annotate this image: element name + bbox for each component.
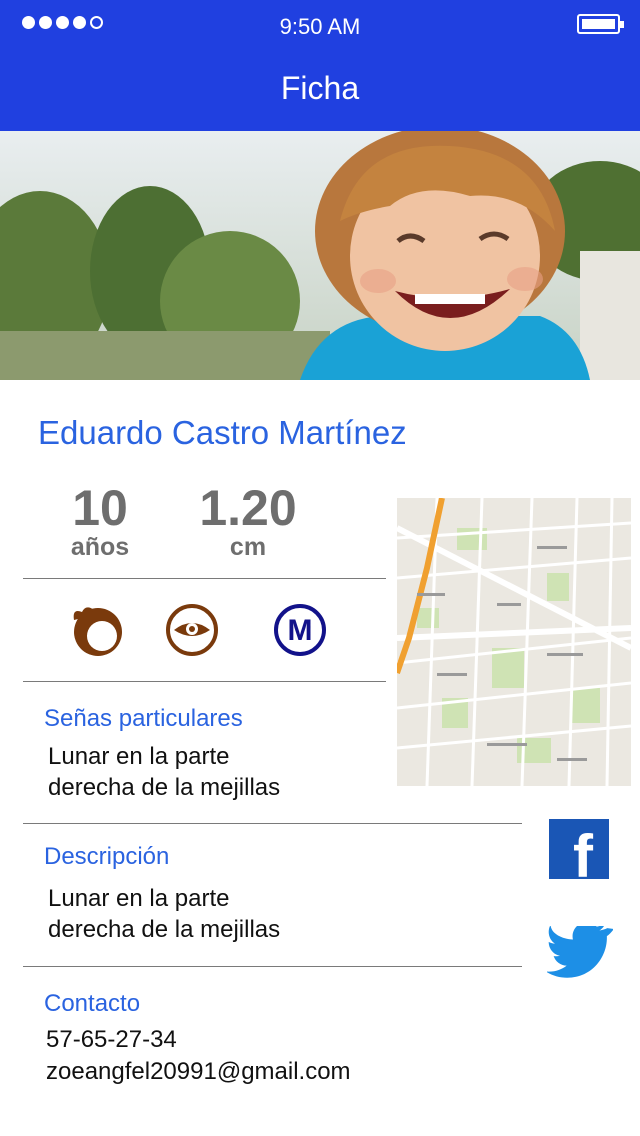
battery-icon <box>577 14 624 34</box>
app-header: 9:50 AM Ficha <box>0 0 640 131</box>
twitter-button[interactable] <box>545 922 614 982</box>
senas-line-2: derecha de la mejillas <box>48 774 281 801</box>
descripcion-title: Descripción <box>44 843 170 870</box>
height-stat: 1.20 cm <box>190 482 306 560</box>
hair-icon[interactable] <box>68 602 124 658</box>
senas-line-1: Lunar en la parte <box>48 743 230 770</box>
child-name: Eduardo Castro Martínez <box>38 414 407 451</box>
age-value: 10 <box>72 480 128 536</box>
contacto-title: Contacto <box>44 990 141 1017</box>
height-unit: cm <box>229 533 267 561</box>
status-bar: 9:50 AM <box>0 0 640 52</box>
divider <box>23 578 386 579</box>
senas-title: Señas particulares <box>44 705 243 732</box>
facebook-button[interactable]: f <box>549 819 609 890</box>
divider <box>23 823 522 824</box>
child-photo <box>0 131 640 380</box>
eye-icon[interactable] <box>164 602 220 658</box>
contact-phone[interactable]: 57-65-27-34 <box>46 1024 177 1056</box>
divider <box>23 966 522 967</box>
location-map[interactable] <box>397 498 631 786</box>
height-value: 1.20 <box>199 480 297 536</box>
descripcion-line-1: Lunar en la parte <box>48 885 230 912</box>
twitter-icon <box>545 922 614 978</box>
status-time: 9:50 AM <box>279 14 361 39</box>
age-stat: 10 años <box>50 482 150 560</box>
age-unit: años <box>70 533 130 561</box>
metro-letter: M <box>288 614 313 647</box>
divider <box>23 681 386 682</box>
descripcion-line-2: derecha de la mejillas <box>48 916 281 943</box>
contact-email[interactable]: zoeangfel20991@gmail.com <box>46 1056 351 1088</box>
facebook-icon: f <box>573 823 594 879</box>
metro-icon[interactable]: M <box>272 602 328 658</box>
page-title: Ficha <box>280 70 360 106</box>
